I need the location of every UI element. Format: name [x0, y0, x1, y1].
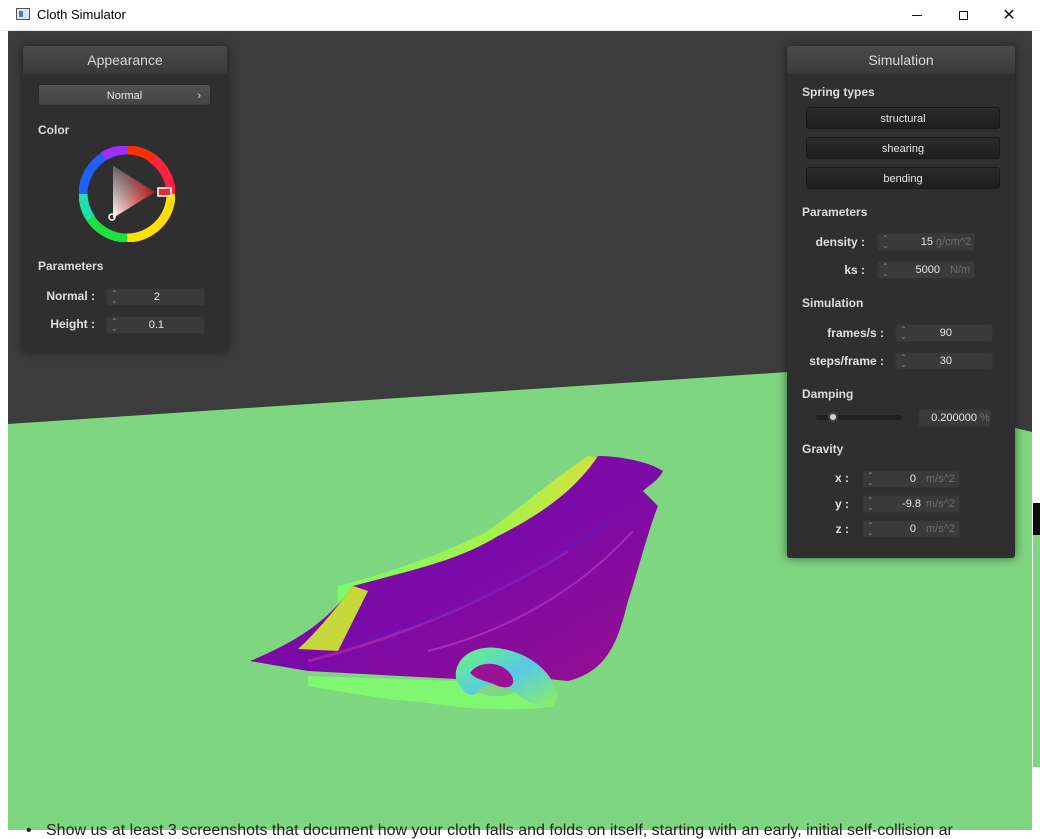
minimize-button[interactable]: [894, 0, 940, 30]
spinner-arrows-icon[interactable]: ⌃ ⌄: [867, 497, 874, 512]
steps-per-frame-input[interactable]: ⌃ ⌄ 30: [895, 352, 993, 370]
bullet-marker: •: [26, 822, 32, 839]
app-window: Cloth Simulator ✕ Appearance Normal › Co…: [0, 0, 1040, 839]
appearance-panel-header[interactable]: Appearance: [23, 46, 227, 74]
simulation-parameters-label: Parameters: [802, 205, 868, 219]
height-input[interactable]: ⌃ ⌄ 0.1: [106, 316, 205, 334]
density-label: density :: [815, 235, 865, 249]
spinner-arrows-icon[interactable]: ⌃ ⌄: [111, 290, 118, 305]
maximize-button[interactable]: [940, 0, 986, 30]
appearance-parameters-label: Parameters: [38, 259, 104, 273]
spinner-arrows-icon[interactable]: ⌃ ⌄: [867, 522, 874, 537]
simulation-panel-header[interactable]: Simulation: [787, 46, 1015, 74]
normal-input[interactable]: ⌃ ⌄ 2: [106, 288, 205, 306]
frames-per-s-value: 90: [939, 327, 952, 339]
spinner-arrows-icon[interactable]: ⌃ ⌄: [882, 263, 889, 278]
damping-value: 0.200000: [931, 412, 977, 424]
damping-input[interactable]: 0.200000 %: [918, 409, 991, 427]
gravity-label: Gravity: [802, 442, 844, 456]
chevron-right-icon: ›: [197, 90, 201, 102]
steps-per-frame-label: steps/frame :: [809, 354, 884, 368]
frames-per-s-label: frames/s :: [827, 326, 884, 340]
frames-per-s-input[interactable]: ⌃ ⌄ 90: [895, 324, 993, 342]
appearance-panel: Appearance Normal › Color Parameters Nor…: [23, 46, 227, 351]
ks-unit: N/m: [950, 264, 971, 276]
close-button[interactable]: ✕: [986, 0, 1032, 30]
simulation-section-label: Simulation: [802, 296, 864, 310]
spinner-arrows-icon[interactable]: ⌃ ⌄: [882, 235, 889, 250]
background-page-line: Show us at least 3 screenshots that docu…: [46, 822, 953, 839]
ks-input[interactable]: ⌃ ⌄ 5000 N/m: [877, 261, 975, 279]
color-wheel[interactable]: [79, 146, 175, 242]
density-unit: g/cm^2: [936, 236, 972, 248]
gravity-y-value: -9.8: [902, 498, 921, 510]
damping-slider-handle[interactable]: [828, 412, 839, 422]
background-page-green-block: [1033, 535, 1040, 767]
gravity-y-unit: m/s^2: [926, 498, 955, 510]
app-icon: [16, 8, 30, 20]
structural-button[interactable]: structural: [806, 107, 1000, 129]
spinner-arrows-icon[interactable]: ⌃ ⌄: [900, 354, 907, 369]
hue-selector-handle[interactable]: [157, 187, 172, 197]
shader-dropdown-label: Normal: [106, 90, 143, 102]
simulation-panel: Simulation Spring types structural shear…: [787, 46, 1015, 558]
spring-types-label: Spring types: [802, 85, 875, 99]
shearing-button[interactable]: shearing: [806, 137, 1000, 159]
bending-button[interactable]: bending: [806, 167, 1000, 189]
density-input[interactable]: ⌃ ⌄ 15 g/cm^2: [877, 233, 975, 251]
background-page-edge: [1033, 31, 1040, 839]
steps-per-frame-value: 30: [939, 355, 952, 367]
damping-unit: %: [980, 412, 990, 424]
gravity-z-value: 0: [909, 523, 916, 535]
spinner-arrows-icon[interactable]: ⌃ ⌄: [111, 318, 118, 333]
ks-label: ks :: [844, 263, 865, 277]
gravity-x-input[interactable]: ⌃ ⌄ 0 m/s^2: [862, 470, 960, 488]
height-label: Height :: [50, 317, 95, 331]
gravity-z-input[interactable]: ⌃ ⌄ 0 m/s^2: [862, 520, 960, 538]
gravity-z-unit: m/s^2: [926, 523, 955, 535]
ks-value: 5000: [915, 264, 940, 276]
title-bar[interactable]: Cloth Simulator ✕: [0, 0, 1040, 31]
shader-dropdown[interactable]: Normal ›: [38, 84, 211, 106]
minimize-icon: [912, 14, 922, 16]
damping-label: Damping: [802, 387, 854, 401]
gravity-x-unit: m/s^2: [926, 473, 955, 485]
normal-label: Normal :: [46, 289, 95, 303]
gravity-x-value: 0: [909, 473, 916, 485]
background-page-dark-block: [1033, 503, 1040, 535]
gravity-x-label: x :: [834, 471, 849, 485]
window-title: Cloth Simulator: [37, 7, 126, 22]
height-value: 0.1: [148, 319, 164, 331]
gravity-z-label: z :: [835, 522, 849, 536]
spinner-arrows-icon[interactable]: ⌃ ⌄: [867, 472, 874, 487]
gravity-y-input[interactable]: ⌃ ⌄ -9.8 m/s^2: [862, 495, 960, 513]
density-value: 15: [920, 236, 933, 248]
background-page-text: • Show us at least 3 screenshots that doc…: [26, 822, 1040, 839]
color-label: Color: [38, 123, 70, 137]
gravity-y-label: y :: [834, 497, 849, 511]
maximize-icon: [958, 10, 968, 20]
normal-value: 2: [153, 291, 160, 303]
spinner-arrows-icon[interactable]: ⌃ ⌄: [900, 326, 907, 341]
close-icon: ✕: [1002, 7, 1016, 24]
